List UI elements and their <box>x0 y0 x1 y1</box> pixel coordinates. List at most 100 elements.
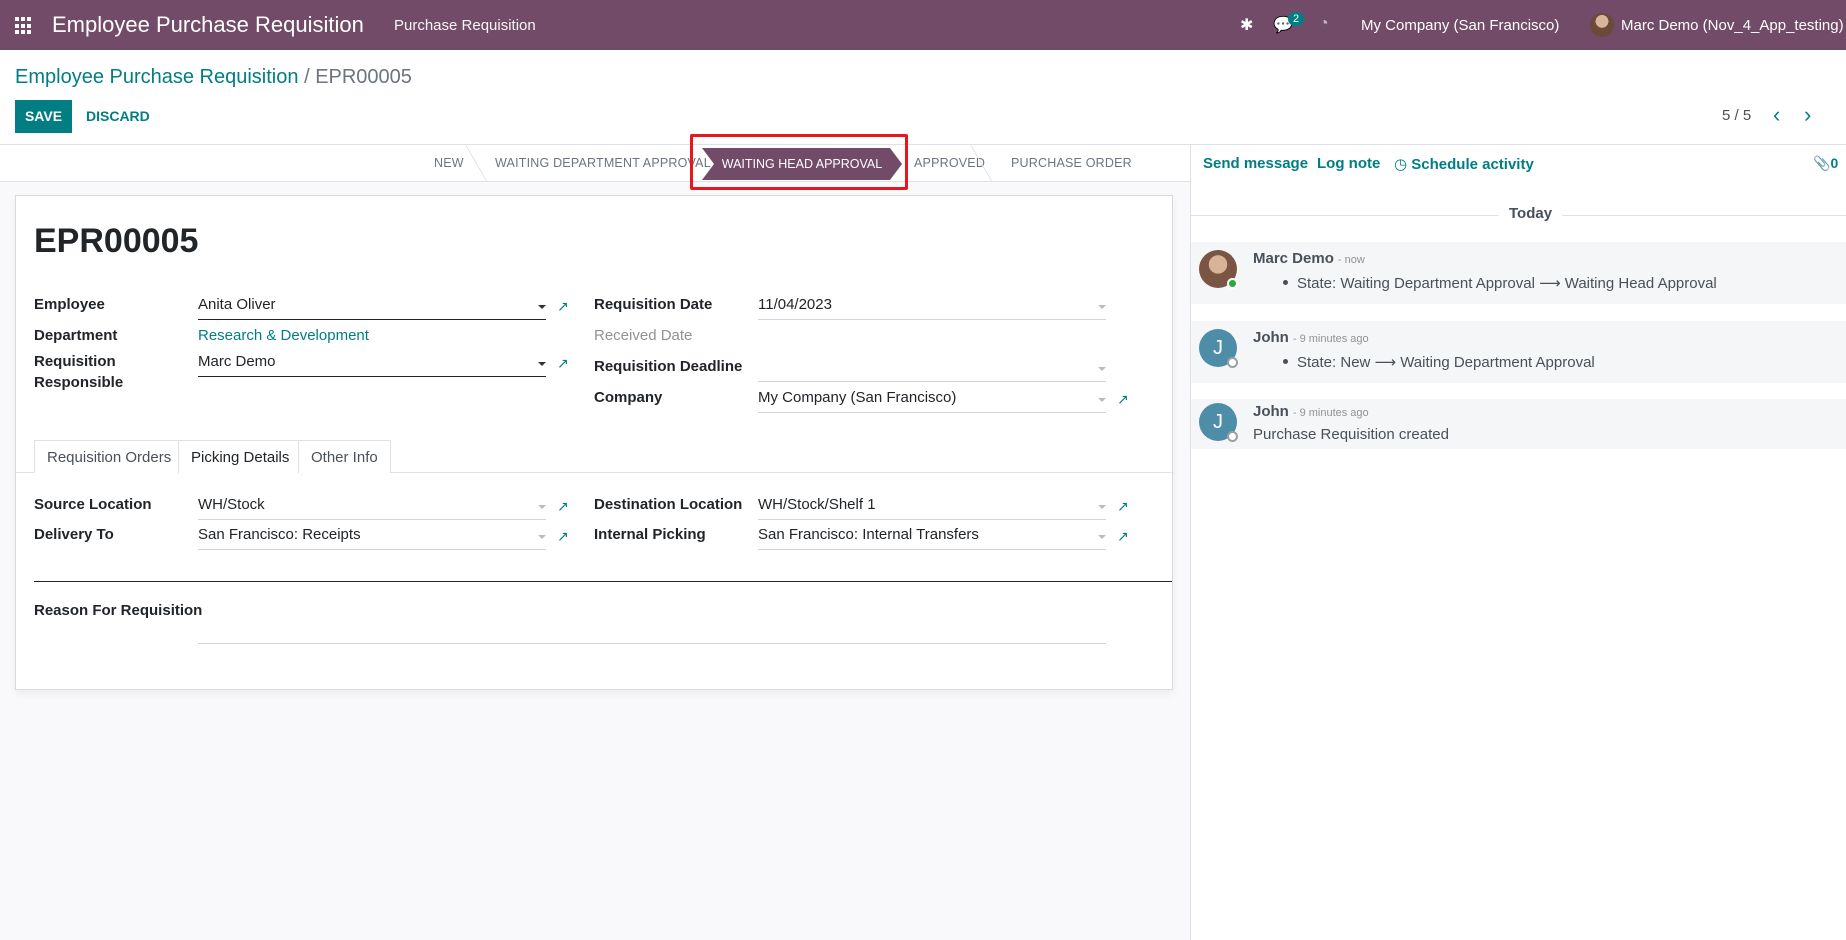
message-item: J John - 9 minutes ago State: New ⟶ Waiti… <box>1191 321 1846 383</box>
chatter-panel: Send message Log note ◷ Schedule activit… <box>1190 145 1846 940</box>
top-navbar: Employee Purchase Requisition Purchase R… <box>0 0 1846 50</box>
bug-icon[interactable]: ✱ <box>1240 15 1253 35</box>
bullet <box>1283 280 1288 286</box>
responsible-label: Requisition <box>34 353 116 370</box>
message-time: - now <box>1337 254 1365 266</box>
control-panel: Employee Purchase Requisition / EPR00005… <box>0 50 1846 145</box>
chevron-down-icon[interactable] <box>538 362 546 366</box>
internal-picking-field[interactable]: San Francisco: Internal Transfers <box>758 526 1106 550</box>
message-body: Purchase Requisition created <box>1253 426 1449 443</box>
message-body: State: Waiting Department Approval ⟶ Wai… <box>1253 274 1717 292</box>
employee-label: Employee <box>34 296 105 313</box>
source-location-field[interactable]: WH/Stock <box>198 496 546 520</box>
tab-other-info[interactable]: Other Info <box>298 440 391 473</box>
chevron-down-icon[interactable] <box>1098 367 1106 371</box>
responsible-field[interactable]: Marc Demo <box>198 353 546 377</box>
message-text: State: Waiting Department Approval ⟶ Wai… <box>1297 275 1717 292</box>
chevron-down-icon[interactable] <box>1098 398 1106 402</box>
internal-picking-label: Internal Picking <box>594 526 706 543</box>
presence-indicator <box>1227 278 1238 289</box>
company-value: My Company (San Francisco) <box>758 389 957 406</box>
chevron-down-icon[interactable] <box>538 505 546 509</box>
delivery-to-field[interactable]: San Francisco: Receipts <box>198 526 546 550</box>
apps-menu-icon[interactable] <box>15 17 33 35</box>
author-name[interactable]: John <box>1253 403 1289 420</box>
employee-value: Anita Oliver <box>198 296 276 313</box>
save-button[interactable]: SAVE <box>15 100 72 133</box>
destination-location-label: Destination Location <box>594 496 743 513</box>
form-area: NEW WAITING DEPARTMENT APPROVAL WAITING … <box>0 134 1190 940</box>
reason-label: Reason For Requisition <box>34 602 203 619</box>
breadcrumb-parent[interactable]: Employee Purchase Requisition <box>15 66 299 88</box>
external-link-icon[interactable]: ↗ <box>557 356 571 370</box>
paperclip-icon: 📎 <box>1813 155 1831 171</box>
company-field[interactable]: My Company (San Francisco) <box>758 389 1106 413</box>
responsible-label-line2: Responsible <box>34 374 124 391</box>
highlight-annotation <box>690 134 908 190</box>
stage-waiting-department-approval[interactable]: WAITING DEPARTMENT APPROVAL <box>495 145 711 182</box>
chevron-down-icon[interactable] <box>1098 305 1106 309</box>
message-time: - 9 minutes ago <box>1292 407 1369 419</box>
message-item: Marc Demo - now State: Waiting Department… <box>1191 242 1846 304</box>
external-link-icon[interactable]: ↗ <box>1117 499 1131 513</box>
external-link-icon[interactable]: ↗ <box>557 529 571 543</box>
employee-field[interactable]: Anita Oliver <box>198 296 546 320</box>
schedule-activity-button[interactable]: ◷ Schedule activity <box>1394 155 1534 173</box>
discard-button[interactable]: DISCARD <box>86 100 150 133</box>
stage-purchase-order-created[interactable]: PURCHASE ORDER CREATED <box>1011 145 1190 207</box>
message-author[interactable]: John - 9 minutes ago <box>1253 329 1369 346</box>
internal-picking-value: San Francisco: Internal Transfers <box>758 526 979 543</box>
delivery-to-label: Delivery To <box>34 526 114 543</box>
pager-previous-icon[interactable]: ‹ <box>1773 102 1780 128</box>
breadcrumb: Employee Purchase Requisition / EPR00005 <box>15 66 412 89</box>
user-avatar[interactable] <box>1590 13 1614 37</box>
pager-next-icon[interactable]: › <box>1804 102 1811 128</box>
message-author[interactable]: Marc Demo - now <box>1253 250 1365 267</box>
presence-indicator <box>1227 357 1238 368</box>
chevron-down-icon[interactable] <box>538 305 546 309</box>
external-link-icon[interactable]: ↗ <box>1117 392 1131 406</box>
presence-indicator <box>1227 431 1238 442</box>
form-sheet: EPR00005 Employee Anita Oliver ↗ Departm… <box>15 195 1174 690</box>
message-item: J John - 9 minutes ago Purchase Requisiti… <box>1191 399 1846 449</box>
author-name[interactable]: John <box>1253 329 1289 346</box>
chevron-down-icon[interactable] <box>1098 535 1106 539</box>
chevron-down-icon[interactable] <box>1098 505 1106 509</box>
delivery-to-value: San Francisco: Receipts <box>198 526 361 543</box>
requisition-date-value: 11/04/2023 <box>758 296 832 313</box>
tab-requisition-orders[interactable]: Requisition Orders <box>34 440 185 473</box>
company-label: Company <box>594 389 663 406</box>
log-note-button[interactable]: Log note <box>1317 155 1380 172</box>
user-menu[interactable]: Marc Demo (Nov_4_App_testing) <box>1621 17 1844 34</box>
destination-location-field[interactable]: WH/Stock/Shelf 1 <box>758 496 1106 520</box>
tab-picking-details[interactable]: Picking Details <box>178 440 303 474</box>
company-switcher[interactable]: My Company (San Francisco) <box>1361 17 1559 34</box>
requisition-deadline-label: Requisition Deadline <box>594 358 743 375</box>
responsible-value: Marc Demo <box>198 353 276 370</box>
external-link-icon[interactable]: ↗ <box>557 299 571 313</box>
send-message-button[interactable]: Send message <box>1203 155 1308 172</box>
notebook-tabs: Requisition Orders Picking Details Other… <box>16 440 1174 474</box>
schedule-activity-label: Schedule activity <box>1411 156 1534 173</box>
external-link-icon[interactable]: ↗ <box>1117 529 1131 543</box>
attachments-button[interactable]: 📎0 <box>1813 155 1838 172</box>
app-title[interactable]: Employee Purchase Requisition <box>52 12 364 38</box>
external-link-icon[interactable]: ↗ <box>557 499 571 513</box>
menu-purchase-requisition[interactable]: Purchase Requisition <box>394 17 536 34</box>
department-link[interactable]: Research & Development <box>198 327 369 351</box>
message-text: State: New ⟶ Waiting Department Approval <box>1297 354 1595 371</box>
clock-icon: ◷ <box>1394 156 1408 173</box>
attachments-count: 0 <box>1830 155 1839 171</box>
pager-value[interactable]: 5 / 5 <box>1722 107 1751 124</box>
clock-icon[interactable]: ◔ <box>1319 15 1329 33</box>
requisition-date-field[interactable]: 11/04/2023 <box>758 296 1106 320</box>
requisition-deadline-field[interactable] <box>758 358 1106 382</box>
author-name[interactable]: Marc Demo <box>1253 250 1334 267</box>
message-author[interactable]: John - 9 minutes ago <box>1253 403 1369 420</box>
messages-badge: 2 <box>1288 12 1305 26</box>
divider <box>34 581 1172 582</box>
reason-textarea[interactable] <box>198 616 1106 644</box>
bullet <box>1283 359 1288 365</box>
date-divider: Today <box>1499 205 1563 222</box>
chevron-down-icon[interactable] <box>538 535 546 539</box>
